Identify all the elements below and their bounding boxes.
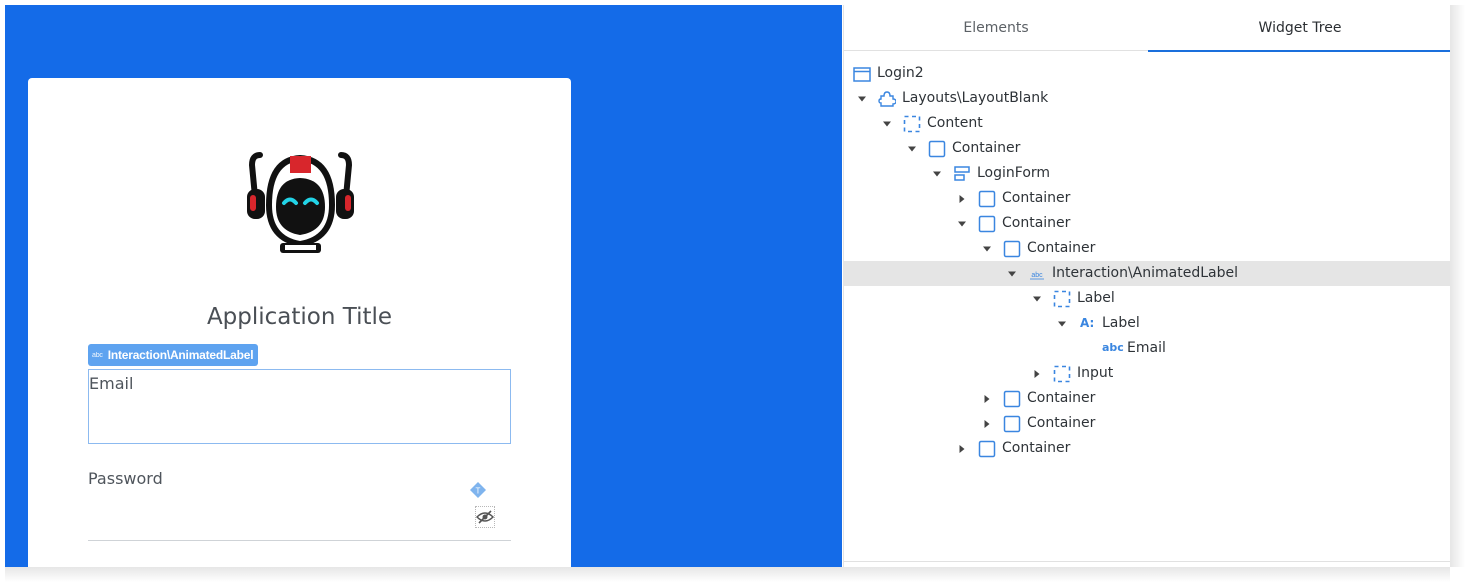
svg-text:T: T: [476, 487, 481, 496]
tree-item-label: Container: [1027, 240, 1096, 256]
text-icon: abc: [1102, 341, 1124, 354]
svg-text:abc: abc: [1031, 272, 1043, 279]
tree-item-selected[interactable]: abc Interaction\AnimatedLabel: [844, 261, 1451, 286]
robot-logo: [247, 152, 354, 253]
placeholder-icon: [1053, 365, 1071, 383]
caret-right-icon[interactable]: [957, 444, 967, 454]
abc-icon: abc: [92, 351, 103, 359]
tree-item-label: Interaction\AnimatedLabel: [1052, 265, 1238, 281]
tree-item[interactable]: A: Label: [844, 311, 1451, 336]
tree-item[interactable]: Container: [844, 236, 1451, 261]
caret-right-icon[interactable]: [982, 419, 992, 429]
label-widget-icon: A:: [1080, 316, 1095, 330]
tree-item-label: Login2: [877, 65, 924, 81]
login-card[interactable]: Application Title abc Interaction\Animat…: [28, 78, 571, 567]
tree-item-label: Container: [952, 140, 1021, 156]
window-shadow-right: [1450, 5, 1465, 567]
tree-item[interactable]: Container: [844, 386, 1451, 411]
caret-right-icon[interactable]: [1032, 369, 1042, 379]
design-canvas[interactable]: Application Title abc Interaction\Animat…: [5, 5, 842, 567]
placeholder-icon: [903, 115, 921, 133]
animated-label-email-box[interactable]: Email: [88, 369, 511, 444]
tab-widget-tree[interactable]: Widget Tree: [1148, 5, 1452, 52]
tree-item-label: Container: [1027, 415, 1096, 431]
caret-down-icon[interactable]: [907, 144, 917, 154]
container-icon: [928, 140, 946, 158]
caret-down-icon[interactable]: [982, 244, 992, 254]
tree-item[interactable]: Container: [844, 436, 1451, 461]
tab-elements[interactable]: Elements: [844, 5, 1148, 51]
container-icon: [978, 215, 996, 233]
widget-marker-icon[interactable]: T: [469, 481, 487, 499]
right-panel: Elements Widget Tree Login2 Layouts\Layo…: [843, 5, 1452, 567]
tree-item-label: Input: [1077, 365, 1114, 381]
selection-badge-label: Interaction\AnimatedLabel: [107, 348, 254, 362]
block-icon: [878, 91, 896, 107]
container-icon: [1003, 415, 1021, 433]
caret-right-icon[interactable]: [982, 394, 992, 404]
tree-item[interactable]: Container: [844, 186, 1451, 211]
caret-down-icon[interactable]: [882, 119, 892, 129]
abc-small-icon: abc: [1030, 272, 1044, 280]
tree-item[interactable]: Container: [844, 411, 1451, 436]
tree-item[interactable]: Input: [844, 361, 1451, 386]
tree-item-label: Content: [927, 115, 983, 131]
tree-item-label: Layouts\LayoutBlank: [902, 90, 1049, 106]
caret-down-icon[interactable]: [1032, 294, 1042, 304]
panel-tabs: Elements Widget Tree: [844, 5, 1452, 52]
placeholder-icon: [1053, 290, 1071, 308]
tree-item[interactable]: Layouts\LayoutBlank: [844, 86, 1451, 111]
container-icon: [1003, 240, 1021, 258]
tree-item[interactable]: Container: [844, 136, 1451, 161]
tree-item[interactable]: LoginForm: [844, 161, 1451, 186]
tree-item[interactable]: Content: [844, 111, 1451, 136]
caret-down-icon[interactable]: [932, 169, 942, 179]
caret-down-icon[interactable]: [1007, 269, 1017, 279]
form-icon: [954, 166, 970, 181]
container-icon: [978, 440, 996, 458]
app-title: Application Title: [206, 304, 393, 330]
tree-item-label: Email: [1127, 340, 1166, 356]
caret-down-icon[interactable]: [1057, 319, 1067, 329]
password-input-underline[interactable]: [88, 540, 511, 541]
tree-item[interactable]: Login2: [844, 61, 1451, 86]
password-label: Password: [88, 469, 163, 488]
container-icon: [978, 190, 996, 208]
tree-item-label: Container: [1002, 440, 1071, 456]
tree-item[interactable]: Label: [844, 286, 1451, 311]
tree-item-label: LoginForm: [977, 165, 1051, 181]
tree-item-label: Container: [1002, 215, 1071, 231]
screen-icon: [853, 67, 871, 82]
container-icon: [1003, 390, 1021, 408]
tree-item-label: Container: [1002, 190, 1071, 206]
window-shadow-bottom: [5, 567, 1450, 582]
widget-tree: Login2 Layouts\LayoutBlank Content Conta…: [844, 61, 1451, 461]
eye-slash-icon: [476, 510, 494, 524]
caret-down-icon[interactable]: [857, 94, 867, 104]
tree-item-label: Container: [1027, 390, 1096, 406]
email-label: Email: [89, 374, 134, 393]
caret-down-icon[interactable]: [957, 219, 967, 229]
toggle-password-visibility-button[interactable]: [475, 506, 495, 528]
caret-right-icon[interactable]: [957, 194, 967, 204]
tree-item[interactable]: Container: [844, 211, 1451, 236]
tree-item[interactable]: abc Email: [844, 336, 1451, 361]
selection-badge[interactable]: abc Interaction\AnimatedLabel: [88, 344, 259, 366]
tree-item-label: Label: [1102, 315, 1140, 331]
tree-item-label: Label: [1077, 290, 1115, 306]
